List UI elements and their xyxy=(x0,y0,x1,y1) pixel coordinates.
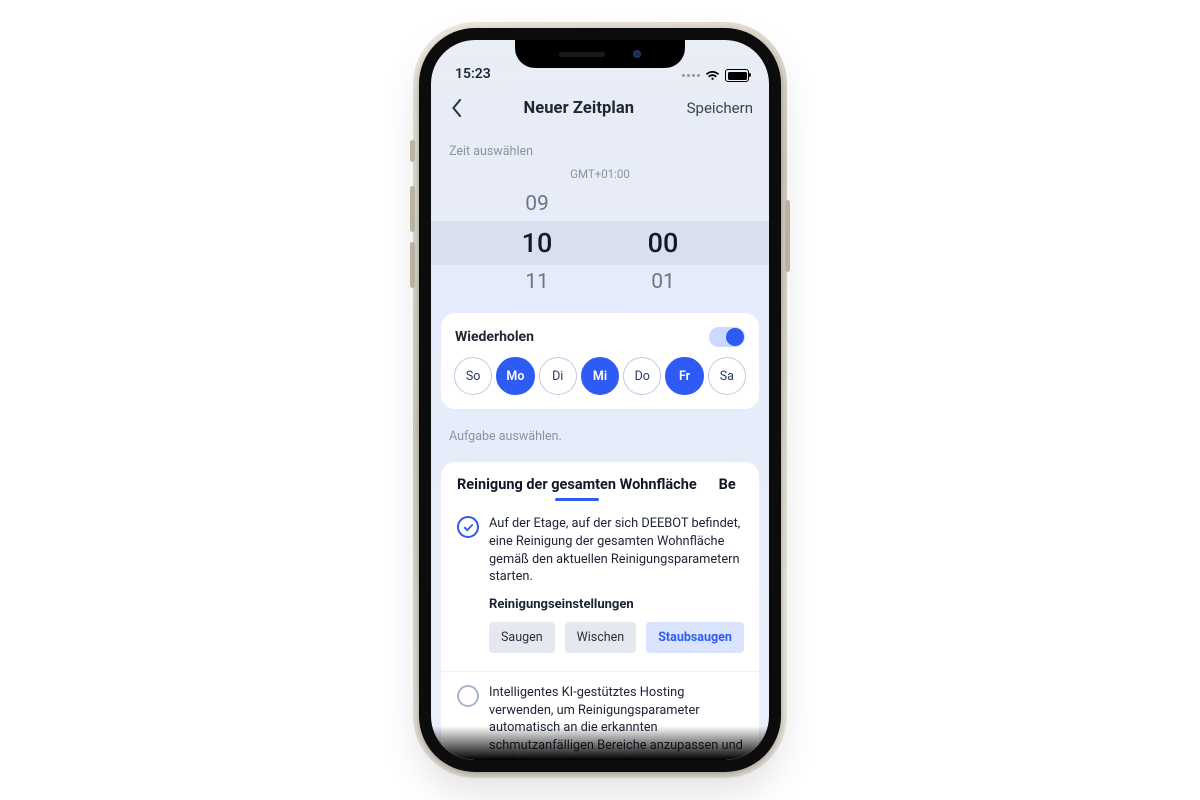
option-ai-hosting[interactable]: Intelligentes KI-gestütztes Hosting verw… xyxy=(441,671,759,760)
minute-selected: 00 xyxy=(643,227,683,259)
screen: 15:23 Neuer Zeitplan Speichern Zeit ausw… xyxy=(431,40,769,760)
option-full-clean[interactable]: Auf der Etage, auf der sich DEEBOT befin… xyxy=(441,503,759,667)
volume-up-button xyxy=(410,186,415,232)
cleaning-settings-label: Reinigungseinstellungen xyxy=(489,596,744,614)
time-picker[interactable]: 09 10 00 11 01 xyxy=(431,187,769,299)
earpiece xyxy=(559,52,605,57)
time-section-label: Zeit auswählen xyxy=(431,130,769,163)
wifi-icon xyxy=(705,70,720,81)
save-button[interactable]: Speichern xyxy=(687,99,753,117)
option-full-text: Auf der Etage, auf der sich DEEBOT befin… xyxy=(489,515,744,586)
option-ai-text: Intelligentes KI-gestütztes Hosting verw… xyxy=(489,684,743,760)
task-tabs: Reinigung der gesamten Wohnfläche Be xyxy=(441,462,759,503)
repeat-toggle[interactable] xyxy=(709,327,745,347)
repeat-card: Wiederholen So Mo Di Mi Do Fr Sa xyxy=(441,313,759,409)
notch xyxy=(515,40,685,68)
radio-unchecked-icon xyxy=(457,685,479,707)
volume-down-button xyxy=(410,242,415,288)
day-so[interactable]: So xyxy=(454,357,492,395)
day-mi[interactable]: Mi xyxy=(581,357,619,395)
day-sa[interactable]: Sa xyxy=(708,357,746,395)
task-card: Reinigung der gesamten Wohnfläche Be Auf… xyxy=(441,462,759,760)
front-camera xyxy=(633,50,641,58)
chevron-left-icon xyxy=(451,99,463,117)
mute-switch xyxy=(410,140,415,162)
page-title: Neuer Zeitplan xyxy=(523,99,634,118)
task-section-label: Aufgabe auswählen. xyxy=(431,409,769,448)
status-time: 15:23 xyxy=(455,66,491,82)
minute-next: 01 xyxy=(643,270,683,294)
chip-wischen[interactable]: Wischen xyxy=(565,622,637,653)
day-mo[interactable]: Mo xyxy=(496,357,534,395)
hour-selected: 10 xyxy=(517,227,557,259)
tab-next[interactable]: Be xyxy=(719,476,736,493)
day-do[interactable]: Do xyxy=(623,357,661,395)
chip-staubsaugen[interactable]: Staubsaugen xyxy=(646,622,744,653)
repeat-label: Wiederholen xyxy=(455,329,534,345)
back-button[interactable] xyxy=(443,94,471,122)
hour-next: 11 xyxy=(517,270,557,294)
cellular-icon xyxy=(682,74,700,77)
tab-full-clean[interactable]: Reinigung der gesamten Wohnfläche xyxy=(457,476,697,493)
cleaning-mode-chips: Saugen Wischen Staubsaugen xyxy=(489,622,744,653)
hour-prev: 09 xyxy=(517,192,557,216)
day-fr[interactable]: Fr xyxy=(665,357,703,395)
weekday-picker: So Mo Di Mi Do Fr Sa xyxy=(453,357,747,395)
battery-icon xyxy=(725,69,749,82)
phone-frame: 15:23 Neuer Zeitplan Speichern Zeit ausw… xyxy=(419,28,781,772)
power-button xyxy=(785,200,790,272)
timezone-label: GMT+01:00 xyxy=(431,167,769,181)
day-di[interactable]: Di xyxy=(539,357,577,395)
chip-saugen[interactable]: Saugen xyxy=(489,622,555,653)
radio-checked-icon xyxy=(457,516,479,538)
nav-bar: Neuer Zeitplan Speichern xyxy=(431,84,769,130)
